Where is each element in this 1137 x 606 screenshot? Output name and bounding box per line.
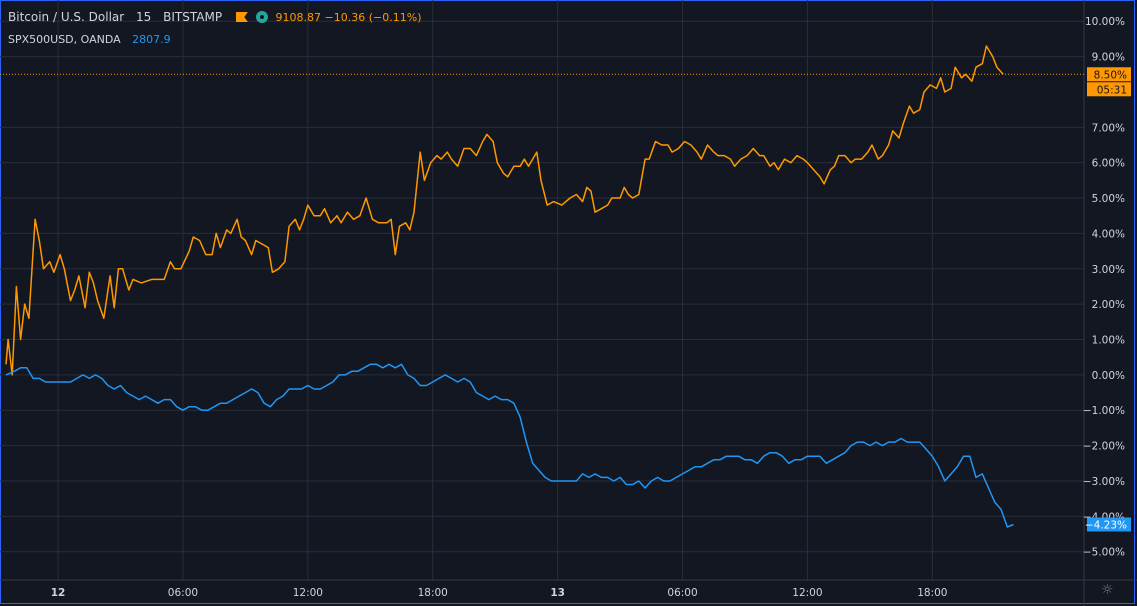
y-tick-label: −1.00% bbox=[1083, 405, 1125, 417]
y-tick-label: −5.00% bbox=[1083, 547, 1125, 559]
flag-icon[interactable] bbox=[235, 12, 248, 22]
compare-value: 2807.9 bbox=[132, 33, 171, 46]
y-tick-label: 1.00% bbox=[1092, 335, 1125, 347]
interval: 15 bbox=[136, 10, 152, 24]
spx-last-badge: −4.23% bbox=[1085, 519, 1127, 531]
x-tick-label: 06:00 bbox=[168, 587, 198, 599]
y-tick-label: 7.00% bbox=[1092, 122, 1125, 134]
x-tick-label: 12:00 bbox=[792, 587, 822, 599]
price-scale[interactable]: 10.00% 9.00% 7.00% 6.00% 5.00% 4.00% 3.00% 2.00… bbox=[1083, 16, 1125, 558]
compare-symbol[interactable]: SPX500USD, OANDA bbox=[8, 33, 121, 46]
time-scale[interactable]: 12 06:00 12:00 18:00 13 06:00 12:00 18:00 bbox=[51, 587, 948, 599]
x-tick-label: 13 bbox=[550, 587, 565, 599]
price-change: 9108.87 −10.36 (−0.11%) bbox=[275, 11, 422, 24]
x-tick-label: 12:00 bbox=[293, 587, 323, 599]
x-tick-label: 12 bbox=[51, 587, 66, 599]
exchange: BITSTAMP bbox=[163, 10, 223, 24]
y-tick-label: 10.00% bbox=[1085, 16, 1125, 28]
chart-canvas[interactable]: 10.00% 9.00% 7.00% 6.00% 5.00% 4.00% 3.00% 2.00… bbox=[0, 0, 1137, 606]
btc-series-line bbox=[5, 45, 1004, 376]
main-symbol[interactable]: Bitcoin / U.S. Dollar bbox=[8, 10, 124, 24]
x-tick-label: 18:00 bbox=[917, 587, 947, 599]
y-tick-label: 9.00% bbox=[1092, 52, 1125, 64]
y-tick-label: −3.00% bbox=[1083, 476, 1125, 488]
y-tick-label: 2.00% bbox=[1092, 299, 1125, 311]
main-series-legend[interactable]: Bitcoin / U.S. Dollar 15 BITSTAMP 9108.8… bbox=[8, 10, 425, 24]
y-tick-label: 0.00% bbox=[1092, 370, 1125, 382]
y-tick-label: 4.00% bbox=[1092, 228, 1125, 240]
gear-icon[interactable]: ☼ bbox=[1101, 582, 1114, 598]
compare-series-legend[interactable]: SPX500USD, OANDA 2807.9 bbox=[8, 33, 175, 46]
plot-area bbox=[0, 45, 1084, 528]
y-tick-label: 3.00% bbox=[1092, 264, 1125, 276]
btc-countdown-badge: 05:31 bbox=[1097, 84, 1127, 96]
y-tick-label: 5.00% bbox=[1092, 193, 1125, 205]
x-tick-label: 18:00 bbox=[418, 587, 448, 599]
y-tick-label: −2.00% bbox=[1083, 441, 1125, 453]
grid-lines bbox=[0, 0, 1084, 580]
market-status-icon bbox=[255, 11, 268, 23]
y-tick-label: 6.00% bbox=[1092, 158, 1125, 170]
btc-last-badge: 8.50% bbox=[1094, 69, 1127, 81]
x-tick-label: 06:00 bbox=[667, 587, 697, 599]
